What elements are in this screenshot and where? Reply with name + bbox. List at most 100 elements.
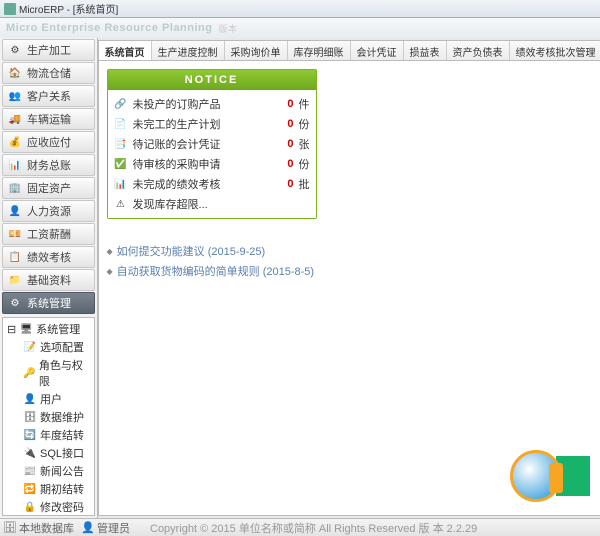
nav-label: 车辆运输	[27, 111, 71, 127]
notice-row-2[interactable]: 📑待记账的会计凭证0 张	[114, 134, 310, 154]
nav-item-4[interactable]: 💰应收应付	[2, 131, 95, 153]
tree-item-8[interactable]: 🔒修改密码	[5, 498, 92, 516]
notice-unit: 份	[299, 156, 310, 172]
tree-item-icon: 📝	[23, 341, 37, 353]
notice-row-4[interactable]: 📊未完成的绩效考核0 批	[114, 174, 310, 194]
bullet-icon: ◆	[107, 247, 113, 256]
notice-unit: 份	[299, 116, 310, 132]
app-icon	[4, 3, 16, 15]
nav-item-5[interactable]: 📊财务总账	[2, 154, 95, 176]
nav-label: 客户关系	[27, 88, 71, 104]
link-label: 自动获取货物编码的简单规则 (2015-8-5)	[117, 263, 314, 279]
nav-item-10[interactable]: 📁 基础资料	[2, 269, 95, 291]
tree-item-icon: 🔄	[23, 429, 37, 441]
link-list: ◆如何提交功能建议 (2015-9-25)◆自动获取货物编码的简单规则 (201…	[107, 241, 600, 281]
nav-icon: 💴	[8, 227, 22, 241]
tree-item-label: 角色与权限	[39, 357, 90, 389]
notice-unit: 件	[299, 96, 310, 112]
tree-item-icon: 📰	[23, 465, 37, 477]
nav-item-2[interactable]: 👥 客户关系	[2, 85, 95, 107]
tab-3[interactable]: 库存明细账	[288, 41, 351, 60]
tree-item-2[interactable]: 👤用户	[5, 390, 92, 408]
nav-label: 基础资料	[27, 272, 71, 288]
nav-label: 固定资产	[27, 180, 71, 196]
brand-bar: Micro Enterprise Resource Planning 版本	[0, 18, 600, 38]
nav-item-7[interactable]: 👤人力资源	[2, 200, 95, 222]
notice-body: 🔗未投产的订购产品0 件 📄 未完工的生产计划 0 份 📑待记账的会计凭证0 张 ✅ 待审核…	[108, 90, 316, 218]
notice-count: 0	[284, 138, 294, 150]
notice-label: 待审核的采购申请	[133, 156, 279, 172]
notice-label: 未完成的绩效考核	[133, 176, 279, 192]
notice-panel: NOTICE 🔗未投产的订购产品0 件 📄 未完工的生产计划 0 份 📑待记账的会计凭证…	[107, 69, 317, 219]
nav-icon: 🚚	[8, 112, 22, 126]
tree-root[interactable]: ⊟ 🖥 系统管理	[5, 320, 92, 338]
tab-2[interactable]: 采购询价单	[225, 41, 288, 60]
notice-icon: ✅	[114, 159, 128, 170]
nav-item-0[interactable]: ⚙生产加工	[2, 39, 95, 61]
tab-bar: 系统首页生产进度控制采购询价单库存明细账会计凭证损益表资产负债表绩效考核批次管理…	[99, 41, 600, 61]
titlebar: MicroERP - [系统首页]	[0, 0, 600, 18]
tab-0[interactable]: 系统首页	[99, 41, 152, 61]
tree-item-3[interactable]: 🗄数据维护	[5, 408, 92, 426]
nav-icon: 📋	[8, 250, 22, 264]
nav-icon: 📁	[8, 273, 22, 287]
nav-item-11[interactable]: ⚙系统管理	[2, 292, 95, 314]
nav-label: 系统管理	[27, 295, 71, 311]
tree-item-5[interactable]: 🔌SQL接口	[5, 444, 92, 462]
link-1[interactable]: ◆ 自动获取货物编码的简单规则 (2015-8-5)	[107, 261, 600, 281]
notice-row-3[interactable]: ✅ 待审核的采购申请 0 份	[114, 154, 310, 174]
bullet-icon: ◆	[107, 267, 113, 276]
tree-item-label: 选项配置	[40, 339, 84, 355]
tab-7[interactable]: 绩效考核批次管理	[510, 41, 600, 60]
nav-label: 物流仓储	[27, 65, 71, 81]
nav-item-3[interactable]: 🚚 车辆运输	[2, 108, 95, 130]
notice-count: 0	[284, 118, 294, 130]
main-panel: 系统首页生产进度控制采购询价单库存明细账会计凭证损益表资产负债表绩效考核批次管理…	[98, 40, 600, 516]
notice-label: 未完工的生产计划	[133, 116, 279, 132]
tab-4[interactable]: 会计凭证	[351, 41, 404, 60]
nav-icon: 💰	[8, 135, 22, 149]
tree-item-7[interactable]: 🔁期初结转	[5, 480, 92, 498]
watermark-logo	[510, 446, 600, 506]
tree-item-4[interactable]: 🔄年度结转	[5, 426, 92, 444]
notice-label: 发现库存超限...	[133, 196, 310, 212]
database-icon: 🗄	[4, 522, 16, 534]
tab-5[interactable]: 损益表	[404, 41, 447, 60]
nav-icon: 🏠	[8, 66, 22, 80]
notice-row-1[interactable]: 📄 未完工的生产计划 0 份	[114, 114, 310, 134]
nav-label: 财务总账	[27, 157, 71, 173]
notice-icon: 📄	[114, 119, 128, 130]
notice-count: 0	[284, 158, 294, 170]
tree-item-icon: 🔒	[23, 501, 37, 513]
nav-label: 工资薪酬	[27, 226, 71, 242]
notice-label: 未投产的订购产品	[133, 96, 279, 112]
status-bar: 🗄 本地数据库 👤 管理员 Copyright © 2015 单位名称或简称 A…	[0, 518, 600, 536]
tree-item-icon: 🔁	[23, 483, 37, 495]
link-0[interactable]: ◆如何提交功能建议 (2015-9-25)	[107, 241, 600, 261]
nav-item-9[interactable]: 📋 绩效考核	[2, 246, 95, 268]
nav-item-6[interactable]: 🏢 固定资产	[2, 177, 95, 199]
tree-item-icon: 🔑	[23, 367, 36, 379]
nav-item-8[interactable]: 💴 工资薪酬	[2, 223, 95, 245]
nav-item-1[interactable]: 🏠 物流仓储	[2, 62, 95, 84]
tree-item-0[interactable]: 📝选项配置	[5, 338, 92, 356]
tree-item-label: 修改密码	[40, 499, 84, 515]
nav-icon: 👥	[8, 89, 22, 103]
tree-item-label: 期初结转	[40, 481, 84, 497]
tab-6[interactable]: 资产负债表	[447, 41, 510, 60]
nav-label: 绩效考核	[27, 249, 71, 265]
tab-1[interactable]: 生产进度控制	[152, 41, 225, 60]
nav-label: 生产加工	[27, 42, 71, 58]
nav-label: 人力资源	[27, 203, 71, 219]
tree-item-icon: 🗄	[23, 411, 37, 423]
user-icon: 👤	[82, 522, 94, 534]
brand-name: Micro Enterprise Resource Planning	[6, 22, 213, 34]
nav-icon: 🏢	[8, 181, 22, 195]
tree-item-1[interactable]: 🔑角色与权限	[5, 356, 92, 390]
notice-row-5[interactable]: ⚠发现库存超限...	[114, 194, 310, 214]
tree-item-6[interactable]: 📰新闻公告	[5, 462, 92, 480]
tree-root-label: 系统管理	[36, 321, 80, 337]
notice-header: NOTICE	[108, 70, 316, 90]
tree-item-icon: 🔌	[23, 447, 37, 459]
notice-row-0[interactable]: 🔗未投产的订购产品0 件	[114, 94, 310, 114]
